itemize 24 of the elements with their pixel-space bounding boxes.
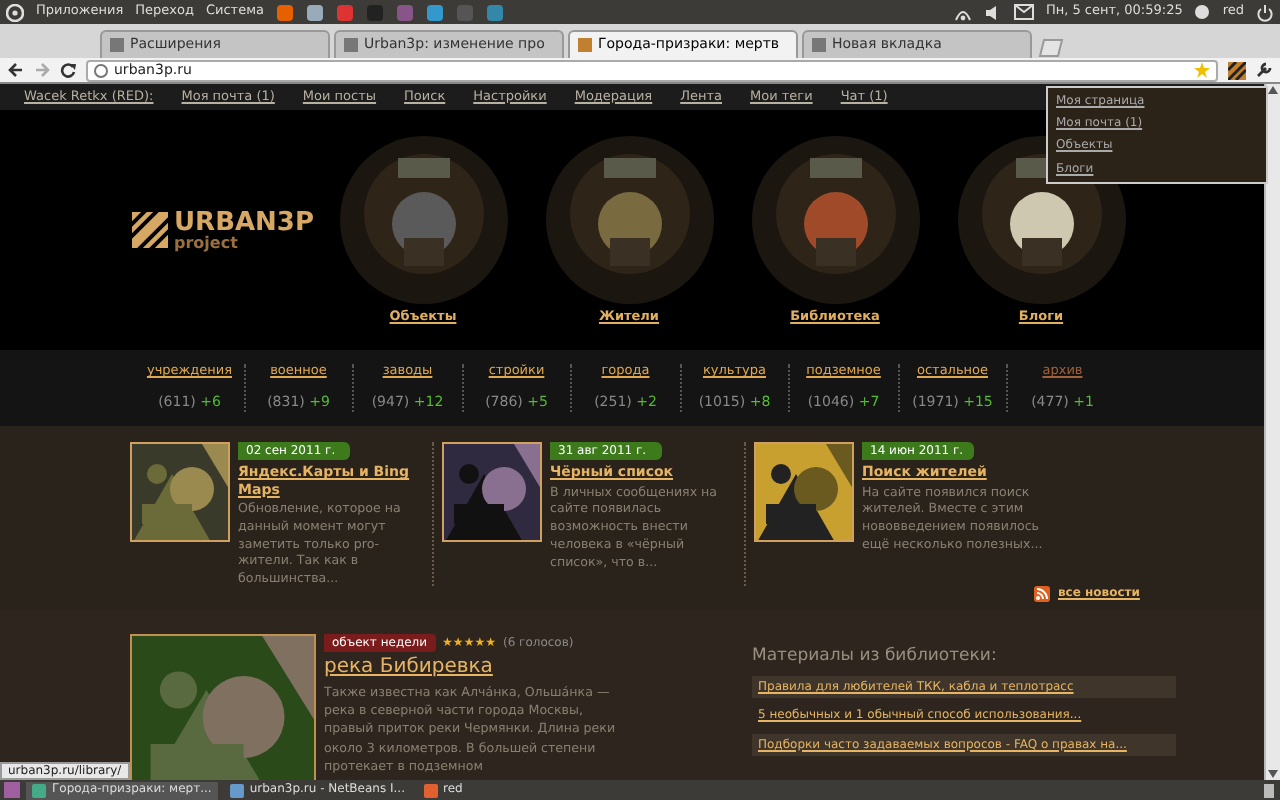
logo-subtitle: project: [174, 235, 240, 251]
power-icon[interactable]: [1256, 3, 1274, 21]
logo-stripes-icon: [132, 212, 168, 248]
reload-icon[interactable]: [60, 62, 76, 78]
app-icon: [32, 783, 46, 797]
logo-text: URBAN3P: [174, 209, 314, 236]
ubuntu-logo-icon[interactable]: [6, 3, 24, 21]
wrench-icon[interactable]: [1256, 62, 1272, 78]
app-icon: [229, 783, 244, 797]
feature-title-link[interactable]: река Бибиревка: [324, 656, 620, 681]
rss-icon[interactable]: [1034, 586, 1050, 602]
favicon-icon: [344, 38, 358, 52]
globe-icon: [94, 63, 108, 77]
trash-icon[interactable]: [1262, 782, 1276, 798]
star-icon[interactable]: [1194, 62, 1210, 78]
app-icon: [423, 783, 437, 797]
extension-icon[interactable]: [1228, 61, 1246, 79]
favicon-icon: [578, 38, 592, 52]
favicon-icon: [110, 38, 124, 52]
favicon-icon: [812, 38, 826, 52]
back-icon[interactable]: [8, 62, 24, 78]
user-icon[interactable]: [1194, 4, 1211, 20]
library-heading: Материалы из библиотеки:: [752, 646, 999, 667]
mail-icon[interactable]: [1013, 4, 1034, 20]
